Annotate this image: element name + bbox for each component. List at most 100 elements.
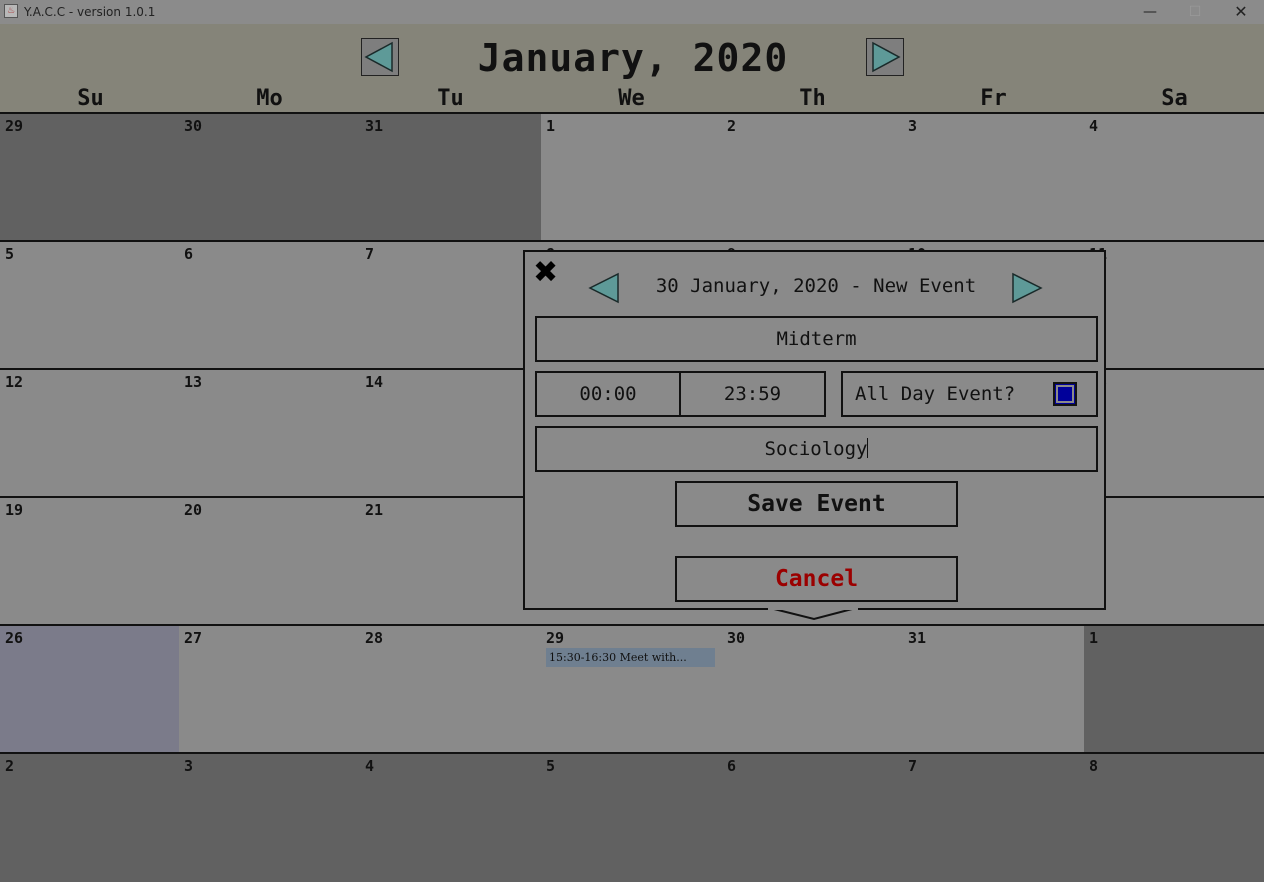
window-title: Y.A.C.C - version 1.0.1	[24, 5, 156, 19]
day-number: 4	[1089, 117, 1099, 135]
day-number: 7	[365, 245, 375, 263]
day-cell[interactable]: 11	[1084, 240, 1264, 370]
java-app-icon: ♨	[4, 4, 18, 18]
event-name-input[interactable]: Midterm	[535, 316, 1098, 362]
weekday-friday: Fr	[980, 86, 1007, 111]
day-number: 21	[365, 501, 384, 519]
weekday-monday: Mo	[256, 86, 283, 111]
day-cell[interactable]: 4	[360, 752, 543, 882]
text-caret	[867, 438, 869, 458]
day-number: 30	[184, 117, 203, 135]
day-number: 7	[908, 757, 918, 775]
day-cell[interactable]: 28	[360, 624, 543, 754]
day-number: 1	[546, 117, 556, 135]
day-number: 5	[5, 245, 15, 263]
day-cell[interactable]: 13	[179, 368, 362, 498]
day-number: 5	[546, 757, 556, 775]
day-cell[interactable]: 7	[360, 240, 543, 370]
day-cell[interactable]: 30	[722, 624, 905, 754]
right-triangle-icon	[872, 41, 901, 73]
day-cell[interactable]: 27	[179, 624, 362, 754]
minimize-button[interactable]: —	[1127, 0, 1173, 24]
day-number: 8	[1089, 757, 1099, 775]
day-cell[interactable]: 14	[360, 368, 543, 498]
weekday-tuesday: Tu	[437, 86, 464, 111]
day-cell[interactable]: 31	[360, 112, 543, 242]
day-number: 31	[365, 117, 384, 135]
day-cell[interactable]: 29 15:30-16:30 Meet with...	[541, 624, 724, 754]
event-description-text: Sociology	[764, 438, 868, 460]
weekday-sunday: Su	[77, 86, 104, 111]
day-number: 28	[365, 629, 384, 647]
maximize-button[interactable]: ☐	[1172, 0, 1218, 24]
day-cell[interactable]: 12	[0, 368, 181, 498]
day-cell[interactable]: 3	[903, 112, 1086, 242]
weekday-wednesday: We	[618, 86, 645, 111]
end-time-input[interactable]: 23:59	[679, 371, 826, 417]
day-cell[interactable]: 1	[541, 112, 724, 242]
weekday-saturday: Sa	[1161, 86, 1188, 111]
day-number: 29	[546, 629, 565, 647]
day-cell[interactable]: 25	[1084, 496, 1264, 626]
day-number: 4	[365, 757, 375, 775]
day-cell[interactable]: 1	[1084, 624, 1264, 754]
day-cell[interactable]: 18	[1084, 368, 1264, 498]
calendar-header: January, 2020 Su Mo Tu We Th Fr Sa	[0, 24, 1264, 112]
new-event-dialog: ✖ 30 January, 2020 - New Event Midterm 0…	[523, 250, 1106, 610]
day-number: 14	[365, 373, 384, 391]
day-number: 1	[1089, 629, 1099, 647]
cancel-button[interactable]: Cancel	[675, 556, 958, 602]
day-cell[interactable]: 31	[903, 624, 1086, 754]
day-cell[interactable]: 5	[541, 752, 724, 882]
day-cell[interactable]: 2	[722, 112, 905, 242]
previous-month-button[interactable]	[361, 38, 399, 76]
day-number: 30	[727, 629, 746, 647]
day-cell[interactable]: 6	[722, 752, 905, 882]
day-number: 19	[5, 501, 24, 519]
event-description-input[interactable]: Sociology	[535, 426, 1098, 472]
day-number: 3	[184, 757, 194, 775]
next-month-button[interactable]	[866, 38, 904, 76]
day-cell[interactable]: 7	[903, 752, 1086, 882]
day-number: 13	[184, 373, 203, 391]
day-number: 2	[5, 757, 15, 775]
left-triangle-icon	[364, 41, 393, 73]
day-cell[interactable]: 19	[0, 496, 181, 626]
day-number: 6	[184, 245, 194, 263]
day-cell[interactable]: 29	[0, 112, 181, 242]
day-number: 27	[184, 629, 203, 647]
all-day-toggle[interactable]: All Day Event?	[841, 371, 1098, 417]
all-day-checkbox[interactable]	[1053, 382, 1077, 406]
event-chip[interactable]: 15:30-16:30 Meet with...	[546, 648, 715, 667]
day-number: 2	[727, 117, 737, 135]
close-window-button[interactable]: ✕	[1218, 0, 1264, 24]
day-number: 12	[5, 373, 24, 391]
day-cell[interactable]: 3	[179, 752, 362, 882]
all-day-label: All Day Event?	[855, 383, 1016, 405]
close-dialog-icon[interactable]: ✖	[533, 256, 558, 290]
day-number: 26	[5, 629, 24, 647]
day-number: 6	[727, 757, 737, 775]
month-title: January, 2020	[477, 36, 789, 80]
day-number: 3	[908, 117, 918, 135]
weekday-thursday: Th	[799, 86, 826, 111]
day-cell[interactable]: 2	[0, 752, 181, 882]
save-event-button[interactable]: Save Event	[675, 481, 958, 527]
day-number: 31	[908, 629, 927, 647]
window-title-bar: ♨ Y.A.C.C - version 1.0.1 — ☐ ✕	[0, 0, 1264, 24]
dialog-title: 30 January, 2020 - New Event	[655, 275, 977, 297]
day-cell[interactable]: 30	[179, 112, 362, 242]
day-cell[interactable]: 6	[179, 240, 362, 370]
day-number: 20	[184, 501, 203, 519]
dialog-pointer	[768, 607, 858, 621]
day-cell[interactable]: 8	[1084, 752, 1264, 882]
day-cell[interactable]: 26	[0, 624, 181, 754]
day-cell[interactable]: 4	[1084, 112, 1264, 242]
next-day-arrow-icon[interactable]	[1010, 272, 1044, 304]
day-cell[interactable]: 20	[179, 496, 362, 626]
day-cell[interactable]: 21	[360, 496, 543, 626]
day-number: 29	[5, 117, 24, 135]
day-cell[interactable]: 5	[0, 240, 181, 370]
start-time-input[interactable]: 00:00	[535, 371, 681, 417]
previous-day-arrow-icon[interactable]	[587, 272, 621, 304]
